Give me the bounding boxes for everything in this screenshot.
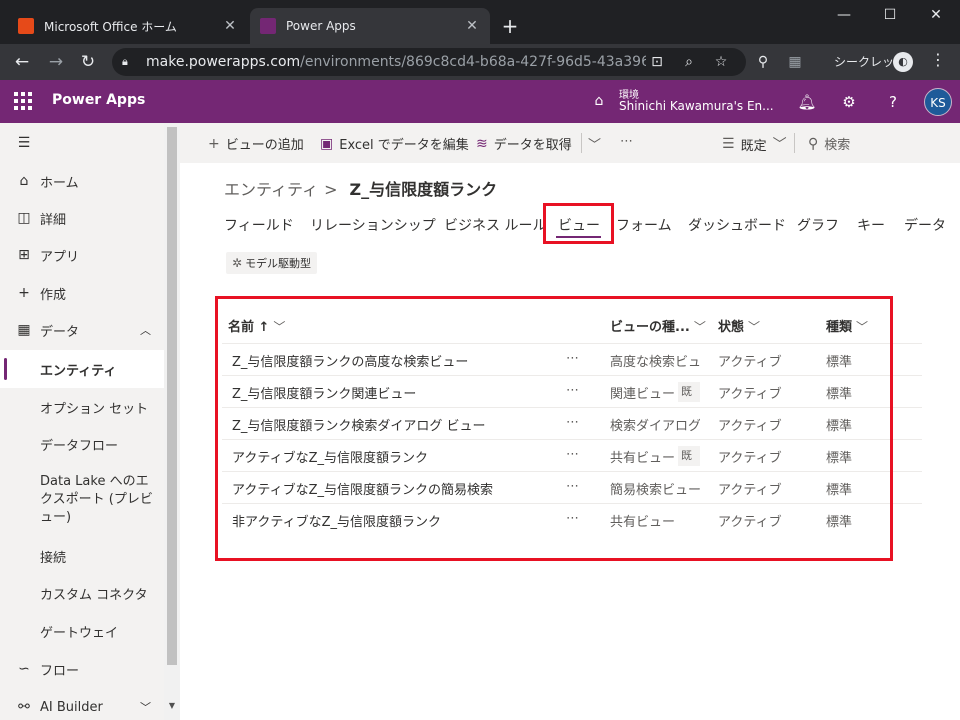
incognito-icon[interactable]: ◐ (893, 52, 913, 72)
sidebar-item-create[interactable]: + 作成 (0, 279, 164, 307)
database-icon: ≋ (476, 135, 488, 152)
chevron-down-icon: ﹀ (772, 137, 787, 153)
view-selector[interactable]: ☰ 既定 ﹀ (722, 134, 787, 154)
chevron-up-icon: ︿ (140, 324, 151, 337)
tab-dashboards[interactable]: ダッシュボード (688, 215, 786, 235)
flow-icon: ∽ (18, 661, 30, 677)
avatar[interactable]: KS (924, 88, 952, 116)
environment-name[interactable]: Shinichi Kawamura's En... (619, 99, 774, 113)
star-icon[interactable]: ☆ (710, 51, 732, 73)
app-name[interactable]: Power Apps (52, 92, 145, 108)
filter-lines-icon: ☰ (722, 136, 735, 152)
sidebar-item-custom-connectors[interactable]: カスタム コネクタ (0, 579, 164, 607)
highlight-box-views-table (215, 296, 893, 561)
sidebar-item-ai-builder[interactable]: ⚯ AI Builder ﹀ (0, 693, 164, 720)
sidebar-item-flows[interactable]: ∽ フロー (0, 655, 164, 683)
search-input[interactable]: ⚲ 検索 (808, 134, 850, 154)
lock-icon: 🔒︎ (122, 55, 128, 68)
tab-title: Power Apps (286, 19, 356, 33)
reload-icon[interactable]: ↻ (76, 50, 100, 74)
get-data-button[interactable]: ≋ データを取得 (476, 134, 572, 154)
plus-icon: + (18, 285, 30, 301)
minimize-button[interactable]: — (822, 4, 866, 26)
gear-icon[interactable]: ⚙ (839, 92, 859, 112)
more-commands-button[interactable]: ⋯ (620, 134, 633, 149)
office-icon (18, 18, 34, 34)
sidebar-item-gateways[interactable]: ゲートウェイ (0, 617, 164, 645)
hamburger-menu[interactable]: ☰ (0, 131, 164, 155)
window-close-button[interactable]: ✕ (914, 4, 958, 26)
environment-icon[interactable]: ⌂ (590, 93, 608, 111)
table-icon: ▦ (17, 322, 31, 338)
search-icon: ⚲ (808, 135, 819, 152)
active-indicator (4, 358, 7, 380)
command-bar: + ビューの追加 ▣ Excel でデータを編集 ≋ データを取得 ﹀ ⋯ ☰ … (180, 123, 960, 163)
sidebar-item-option-sets[interactable]: オプション セット (0, 393, 164, 421)
ai-icon: ⚯ (18, 699, 30, 715)
sidebar-item-home[interactable]: ⌂ ホーム (0, 167, 164, 195)
sidebar-item-data[interactable]: ▦ データ ︿ (0, 316, 164, 344)
zoom-icon[interactable]: ⌕ (678, 51, 700, 73)
translate-icon[interactable]: ⊡ (646, 51, 668, 73)
sidebar-item-connections[interactable]: 接続 (0, 542, 164, 570)
sidebar-item-data-lake-export[interactable]: Data Lake へのエクスポート (プレビュー) (0, 471, 164, 529)
page-title: Z_与信限度額ランク (349, 180, 498, 199)
divider (794, 133, 795, 153)
excel-icon: ▣ (320, 135, 334, 152)
close-icon[interactable]: ✕ (464, 18, 480, 34)
app-header: Power Apps ⌂ 環境 Shinichi Kawamura's En..… (0, 80, 960, 123)
model-driven-icon: ✲ (232, 256, 243, 270)
waffle-icon[interactable] (14, 92, 32, 110)
url-text: make.powerapps.com/environments/869c8cd4… (146, 54, 646, 70)
sidebar-item-learn[interactable]: ◫ 詳細 (0, 204, 164, 232)
home-icon: ⌂ (19, 173, 29, 189)
address-bar: ← → ↻ 🔒︎ make.powerapps.com/environments… (0, 44, 960, 80)
sidebar-item-apps[interactable]: ⊞ アプリ (0, 241, 164, 269)
tab-fields[interactable]: フィールド (224, 215, 294, 235)
browser-tab-office[interactable]: Microsoft Office ホーム ✕ (8, 8, 248, 44)
model-driven-chip: ✲ モデル駆動型 (226, 252, 318, 274)
browser-tab-powerapps[interactable]: Power Apps ✕ (250, 8, 490, 44)
scroll-down-icon[interactable]: ▼ (167, 701, 177, 710)
new-tab-button[interactable]: + (500, 15, 520, 37)
extension-icon[interactable]: ⚲ (752, 51, 774, 73)
close-icon[interactable]: ✕ (222, 18, 238, 34)
highlight-box-views-tab (543, 203, 614, 244)
help-icon[interactable]: ? (883, 92, 903, 112)
chevron-down-icon: ﹀ (140, 701, 151, 714)
sidebar-item-dataflows[interactable]: データフロー (0, 430, 164, 458)
forward-icon[interactable]: → (44, 50, 68, 74)
sidebar: ☰ ⌂ ホーム ◫ 詳細 ⊞ アプリ + 作成 ▦ データ ︿ エンティティ オ… (0, 123, 180, 720)
sidebar-scrollbar-thumb[interactable] (167, 127, 177, 665)
bell-icon[interactable]: 🔔︎ (797, 92, 817, 112)
tab-title: Microsoft Office ホーム (44, 19, 177, 34)
tab-keys[interactable]: キー (857, 215, 885, 235)
plus-icon: + (208, 135, 220, 152)
chevron-right-icon: > (324, 180, 338, 199)
tab-relationships[interactable]: リレーションシップ (310, 215, 436, 235)
edit-in-excel-button[interactable]: ▣ Excel でデータを編集 (320, 134, 469, 154)
url-input[interactable]: 🔒︎ make.powerapps.com/environments/869c8… (112, 48, 746, 76)
add-view-button[interactable]: + ビューの追加 (208, 134, 304, 154)
get-data-chevron-down-icon[interactable]: ﹀ (588, 134, 601, 153)
tab-data[interactable]: データ (904, 215, 946, 235)
hamburger-icon: ☰ (17, 135, 31, 151)
back-icon[interactable]: ← (10, 50, 34, 74)
powerapps-icon (260, 18, 276, 34)
tab-charts[interactable]: グラフ (797, 215, 839, 235)
book-icon: ◫ (17, 210, 31, 226)
tab-business-rules[interactable]: ビジネス ルール (444, 215, 546, 235)
breadcrumb-entities-link[interactable]: エンティティ (224, 180, 318, 199)
browser-tabstrip: Microsoft Office ホーム ✕ Power Apps ✕ + — … (0, 0, 960, 44)
sidebar-item-entities[interactable]: エンティティ (0, 350, 164, 388)
apps-icon: ⊞ (18, 247, 30, 263)
maximize-button[interactable]: ☐ (868, 4, 912, 26)
breadcrumb: エンティティ > Z_与信限度額ランク (224, 176, 497, 200)
browser-menu-icon[interactable]: ⋮ (930, 50, 946, 69)
extension-puzzle-icon[interactable]: ▦ (784, 51, 806, 73)
tab-forms[interactable]: フォーム (616, 215, 672, 235)
divider (581, 133, 582, 153)
